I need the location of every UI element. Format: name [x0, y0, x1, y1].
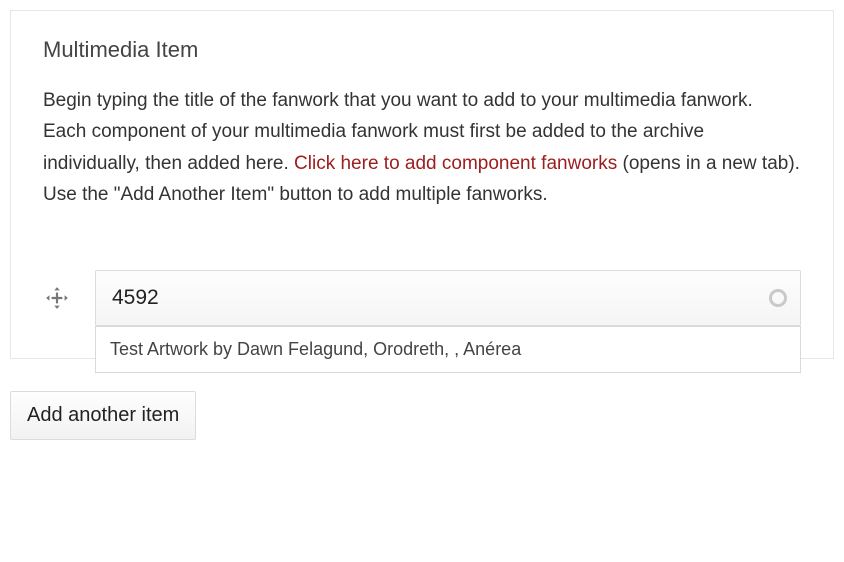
- add-another-item-button[interactable]: Add another item: [10, 391, 196, 440]
- fanwork-input-wrapper: Test Artwork by Dawn Felagund, Orodreth,…: [95, 270, 801, 326]
- loading-spinner-icon: [769, 289, 787, 307]
- multimedia-item-card: Multimedia Item Begin typing the title o…: [10, 10, 834, 359]
- item-row: Test Artwork by Dawn Felagund, Orodreth,…: [43, 270, 801, 326]
- fanwork-search-input[interactable]: [95, 270, 801, 326]
- card-title: Multimedia Item: [43, 37, 801, 63]
- autocomplete-dropdown: Test Artwork by Dawn Felagund, Orodreth,…: [95, 326, 801, 373]
- add-component-link[interactable]: Click here to add component fanworks: [294, 153, 617, 174]
- autocomplete-option[interactable]: Test Artwork by Dawn Felagund, Orodreth,…: [96, 327, 800, 372]
- card-description: Begin typing the title of the fanwork th…: [43, 85, 801, 210]
- drag-handle-icon[interactable]: [43, 284, 71, 312]
